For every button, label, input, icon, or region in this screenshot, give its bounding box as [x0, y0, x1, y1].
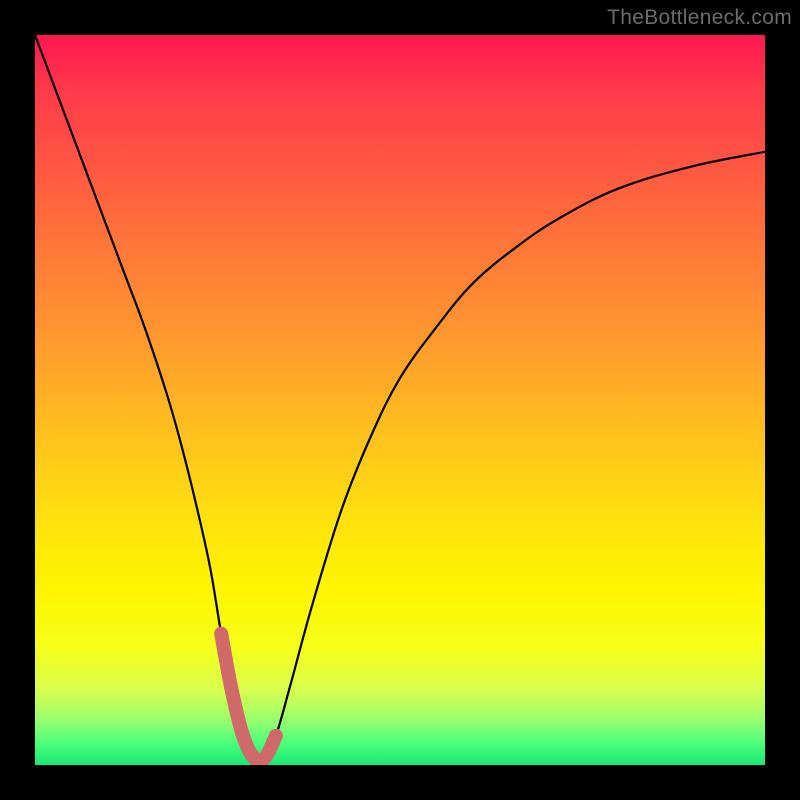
bottleneck-curve: [35, 35, 765, 761]
plot-area: [35, 35, 765, 765]
watermark-text: TheBottleneck.com: [607, 6, 792, 30]
chart-frame: TheBottleneck.com: [0, 0, 800, 800]
curve-svg: [35, 35, 765, 765]
trough-marker: [221, 634, 276, 761]
